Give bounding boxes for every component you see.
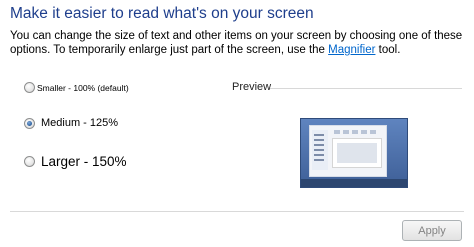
option-larger[interactable]: Larger - 150%	[24, 154, 127, 169]
radio-medium[interactable]	[24, 117, 35, 129]
description-suffix: tool.	[375, 44, 401, 56]
apply-button[interactable]: Apply	[402, 220, 462, 241]
preview-content	[332, 138, 382, 168]
preview-window	[309, 125, 387, 177]
option-larger-label: Larger - 150%	[41, 154, 127, 169]
preview-sidebar	[312, 130, 328, 170]
page-title: Make it easier to read what's on your sc…	[10, 5, 314, 22]
footer-divider	[10, 211, 464, 212]
option-smaller-label: Smaller - 100% (default)	[37, 82, 129, 93]
option-medium[interactable]: Medium - 125%	[24, 117, 118, 129]
preview-taskbar	[301, 179, 407, 187]
page-description: You can change the size of text and othe…	[10, 29, 466, 57]
magnifier-link[interactable]: Magnifier	[328, 44, 375, 56]
option-smaller[interactable]: Smaller - 100% (default)	[24, 82, 129, 93]
preview-label: Preview	[232, 81, 272, 93]
radio-smaller[interactable]	[24, 82, 35, 93]
desktop-preview-thumbnail	[300, 118, 408, 188]
radio-larger[interactable]	[24, 156, 35, 167]
option-medium-label: Medium - 125%	[41, 117, 119, 129]
preview-divider	[270, 88, 462, 89]
